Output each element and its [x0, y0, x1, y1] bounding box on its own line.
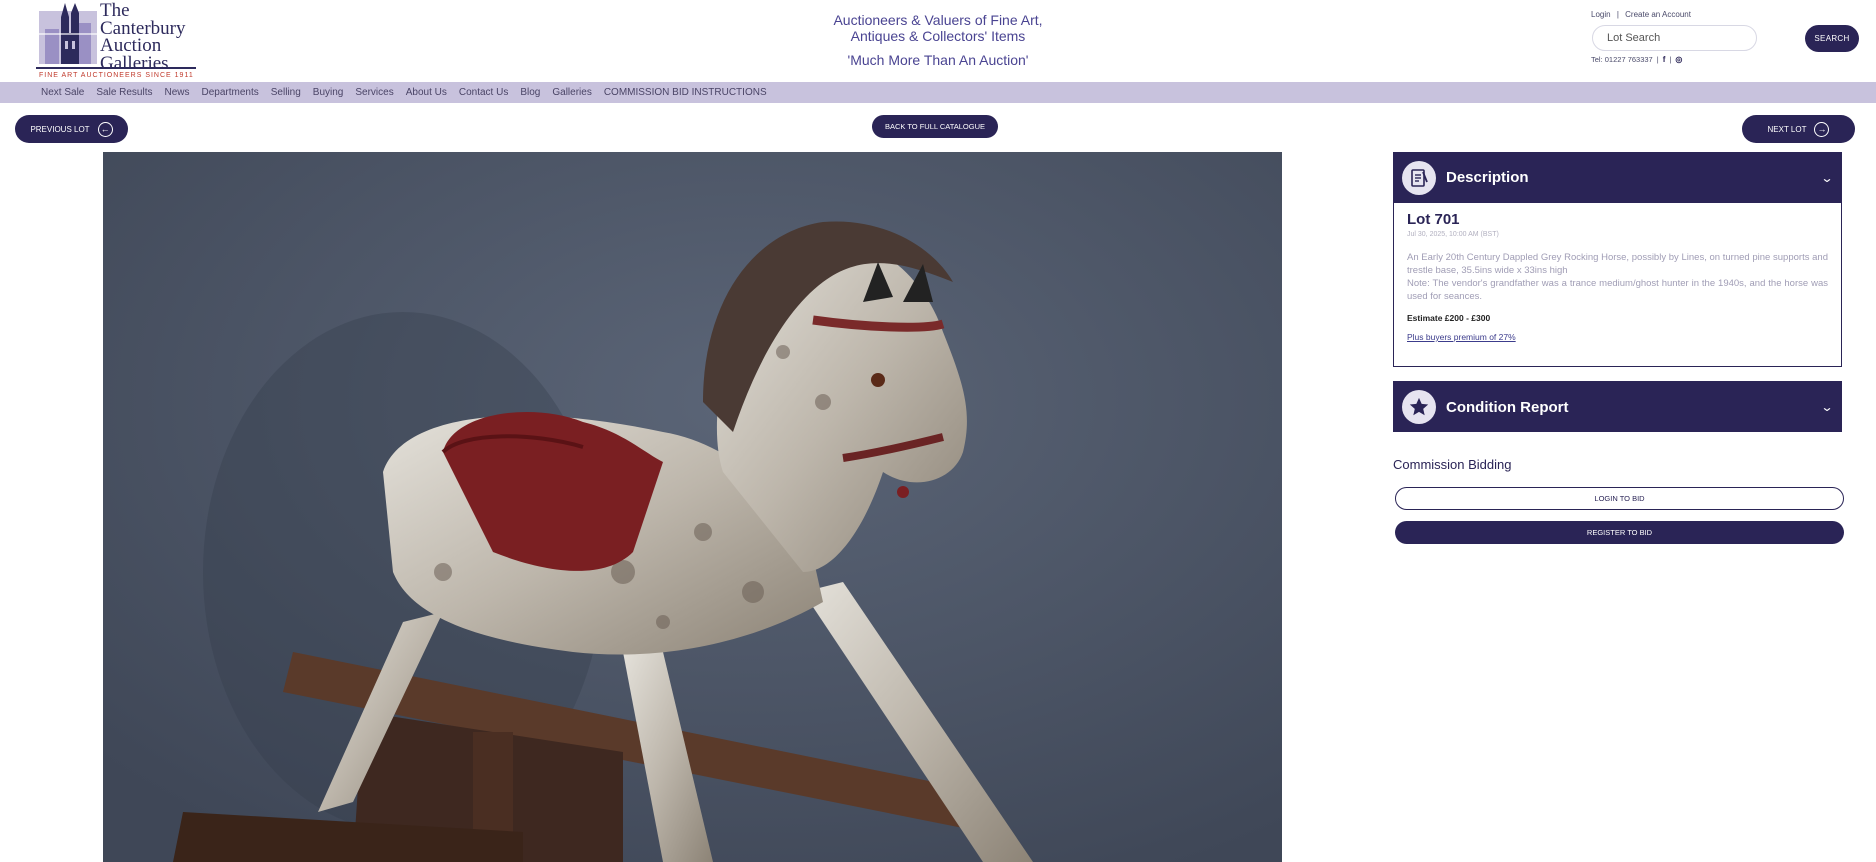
lot-date: Jul 30, 2025, 10:00 AM (BST) [1407, 231, 1499, 238]
back-to-catalogue-button[interactable]: BACK TO FULL CATALOGUE [872, 115, 998, 138]
account-links: Login | Create an Account [1591, 10, 1695, 19]
nav-item-about-us[interactable]: About Us [406, 87, 447, 98]
create-account-link[interactable]: Create an Account [1625, 10, 1691, 19]
lot-estimate: Estimate £200 - £300 [1407, 313, 1491, 323]
contact-separator: | [1656, 55, 1659, 64]
previous-lot-label: PREVIOUS LOT [30, 124, 90, 134]
lot-description-main: An Early 20th Century Dappled Grey Rocki… [1407, 252, 1828, 276]
lot-photo[interactable] [103, 152, 1282, 862]
login-link[interactable]: Login [1591, 10, 1611, 19]
arrow-right-icon: → [1814, 121, 1830, 137]
logo-tagline: FINE ART AUCTIONEERS SINCE 1911 [39, 72, 194, 79]
condition-report-accordion-header[interactable]: Condition Report ⌄ [1393, 381, 1842, 432]
chevron-down-icon: ⌄ [1820, 170, 1834, 185]
lot-description-note: Note: The vendor's grandfather was a tra… [1407, 278, 1828, 302]
nav-item-blog[interactable]: Blog [520, 87, 540, 98]
nav-item-departments[interactable]: Departments [202, 87, 259, 98]
back-to-catalogue-label: BACK TO FULL CATALOGUE [884, 122, 986, 131]
description-title: Description [1446, 169, 1529, 186]
login-to-bid-button[interactable]: LOGIN TO BID [1395, 487, 1844, 510]
lot-description: An Early 20th Century Dappled Grey Rocki… [1407, 251, 1828, 303]
next-lot-button[interactable]: NEXT LOT → [1742, 115, 1855, 143]
nav-item-sale-results[interactable]: Sale Results [96, 87, 152, 98]
description-accordion-header[interactable]: Description ⌄ [1393, 152, 1842, 203]
nav-item-selling[interactable]: Selling [271, 87, 301, 98]
nav-item-next-sale[interactable]: Next Sale [41, 87, 84, 98]
phone-number: Tel: 01227 763337 [1591, 55, 1653, 64]
search-button[interactable]: SEARCH [1805, 25, 1859, 52]
commission-bidding-heading: Commission Bidding [1393, 457, 1512, 472]
document-icon [1402, 160, 1436, 195]
nav-item-galleries[interactable]: Galleries [552, 87, 591, 98]
description-panel: Lot 701 Jul 30, 2025, 10:00 AM (BST) An … [1393, 203, 1842, 367]
condition-report-title: Condition Report [1446, 398, 1569, 416]
chevron-down-icon: ⌄ [1820, 400, 1834, 414]
nav-item-services[interactable]: Services [355, 87, 393, 98]
contact-separator: | [1669, 55, 1672, 64]
buyers-premium-link[interactable]: Plus buyers premium of 27% [1407, 332, 1516, 342]
main-nav: Next Sale Sale Results News Departments … [0, 82, 1876, 103]
previous-lot-button[interactable]: PREVIOUS LOT ← [15, 115, 128, 143]
register-to-bid-button[interactable]: REGISTER TO BID [1395, 521, 1844, 544]
nav-item-news[interactable]: News [165, 87, 190, 98]
account-separator: | [1616, 10, 1619, 19]
site-header: The Canterbury Auction Galleries FINE AR… [0, 0, 1876, 82]
next-lot-label: NEXT LOT [1767, 124, 1807, 134]
instagram-icon[interactable]: ◎ [1675, 55, 1682, 64]
lot-search-input[interactable] [1592, 25, 1757, 51]
facebook-icon[interactable]: f [1663, 55, 1666, 64]
nav-item-contact-us[interactable]: Contact Us [459, 87, 508, 98]
lot-number: Lot 701 [1407, 211, 1460, 228]
nav-item-commission-bid-instructions[interactable]: COMMISSION BID INSTRUCTIONS [604, 87, 767, 98]
arrow-left-icon: ← [97, 121, 113, 137]
star-icon [1402, 390, 1436, 424]
contact-bar: Tel: 01227 763337 | f | ◎ [1591, 55, 1682, 64]
rocking-horse-image [103, 152, 1282, 862]
nav-item-buying[interactable]: Buying [313, 87, 344, 98]
